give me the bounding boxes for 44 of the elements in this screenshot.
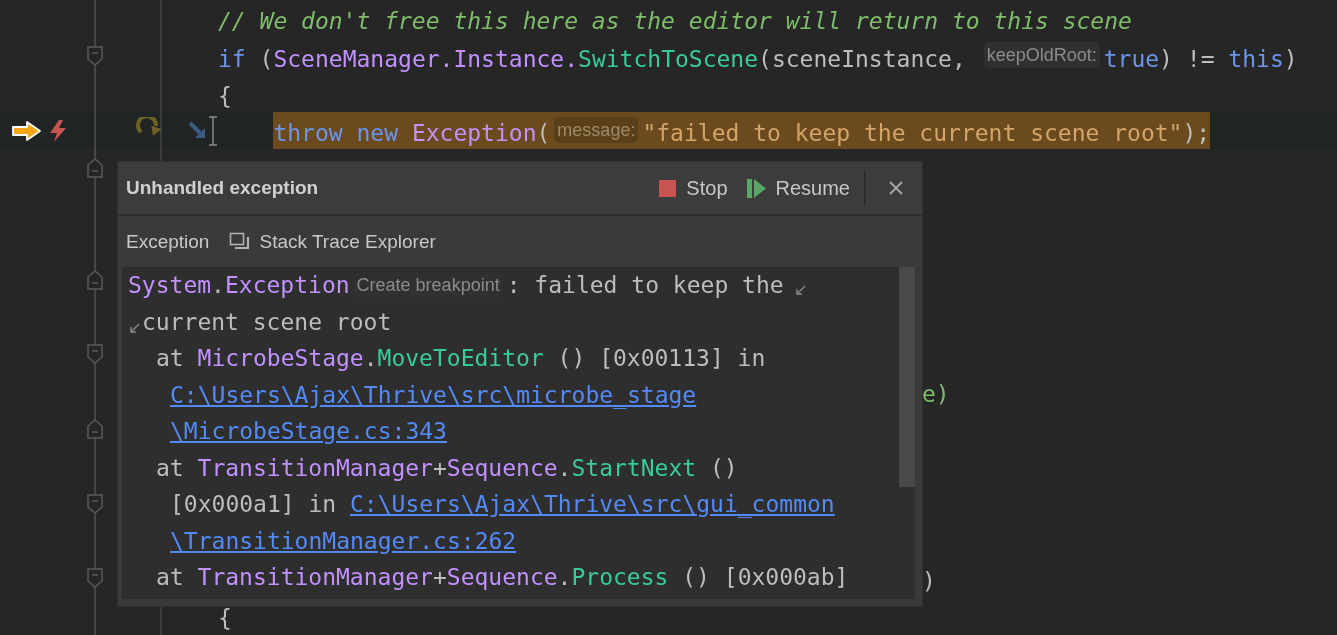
popup-title: Unhandled exception [126, 177, 320, 199]
fold-marker-icon[interactable] [86, 567, 104, 590]
inlay-hint: message: [554, 116, 639, 143]
code-text: : failed to keep the [506, 271, 784, 300]
code-text: throw new Exception( [273, 119, 551, 149]
tab[interactable]: Exception [126, 230, 210, 253]
code-text: current scene root [142, 307, 392, 337]
code-text: System.Exception [128, 271, 350, 300]
code-text: // We don't free this here as the editor will return to this scene [218, 7, 1132, 37]
fold-marker-icon[interactable] [86, 492, 104, 515]
code-text: at TransitionManager+Sequence.Process () [0x000ab] [156, 563, 849, 592]
code-text: e) [922, 380, 950, 410]
resume-button[interactable]: Resume [739, 172, 856, 204]
play-icon [745, 177, 767, 199]
stop-icon [658, 178, 678, 198]
code-text: at TransitionManager+Sequence.StartNext () [156, 453, 738, 483]
fold-marker-icon[interactable] [86, 156, 104, 179]
code-text: "failed to keep the current scene root"); [642, 119, 1211, 149]
code-text: at MicrobeStage.MoveToEditor () [0x00113] in [156, 344, 766, 373]
fold-marker-icon[interactable] [86, 417, 104, 440]
code-text: if (SceneManager.Instance.SwitchToScene(sceneInstance, [218, 44, 967, 74]
stacked-windows-icon [229, 231, 252, 252]
file-link[interactable]: C:\Users\Ajax\Thrive\src\microbe_stage [170, 376, 697, 413]
code-text: [0x000a1] in [170, 490, 338, 519]
fold-marker-icon[interactable] [86, 44, 104, 67]
close-icon [888, 180, 904, 196]
code-text: ) [922, 566, 936, 596]
code-text: { [218, 604, 232, 634]
file-link[interactable]: \TransitionManager.cs:262 [170, 522, 517, 559]
file-link[interactable]: \MicrobeStage.cs:343 [170, 413, 447, 450]
tab[interactable]: Stack Trace Explorer [229, 230, 436, 253]
stop-button[interactable]: Stop [652, 172, 734, 204]
fold-marker-icon[interactable] [86, 268, 104, 291]
fold-marker-icon[interactable] [86, 343, 104, 366]
inlay-hint: keepOldRoot: [983, 41, 1100, 68]
code-text: true) != this) [1103, 44, 1298, 74]
diagonal-arrow-icon[interactable] [188, 120, 208, 141]
lightning-icon [48, 118, 68, 143]
file-link[interactable]: C:\Users\Ajax\Thrive\src\gui_common [350, 486, 835, 523]
text-cursor-icon [208, 115, 218, 146]
soft-wrap-icon [128, 322, 140, 334]
scrollbar-thumb[interactable] [899, 267, 915, 487]
soft-wrap-icon [793, 283, 806, 296]
code-text: { [218, 81, 232, 111]
